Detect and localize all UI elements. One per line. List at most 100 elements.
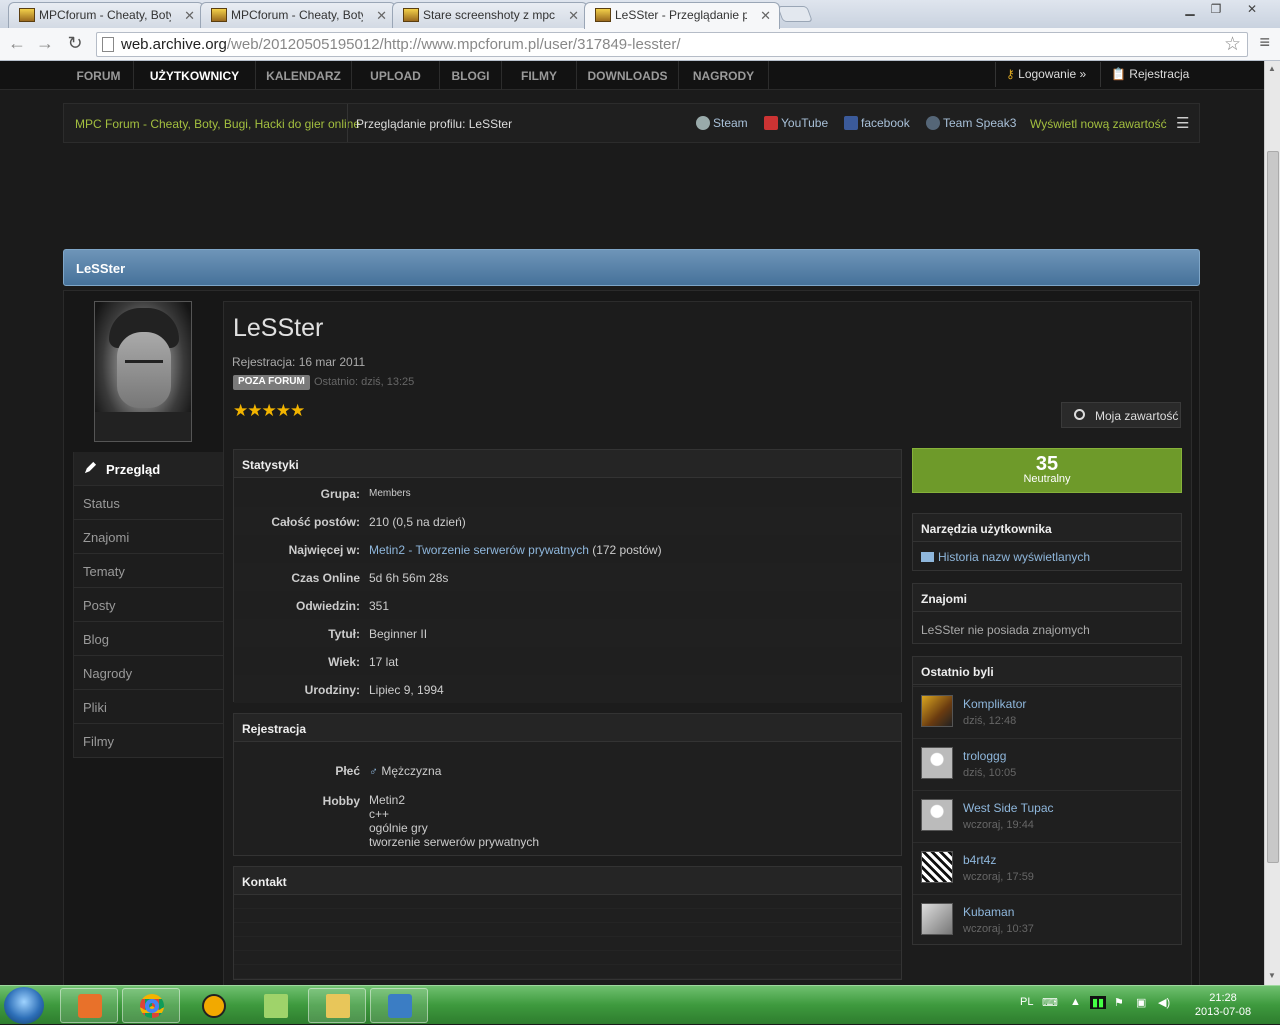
- visitor-avatar[interactable]: [921, 695, 953, 727]
- close-tab-icon[interactable]: ✕: [184, 8, 195, 24]
- taskbar-media-player[interactable]: [60, 988, 118, 1023]
- nav-films[interactable]: FILMY: [502, 61, 577, 90]
- flag-icon[interactable]: ⚑: [1114, 996, 1124, 1009]
- back-icon[interactable]: ←: [6, 32, 28, 54]
- browser-tab-2[interactable]: MPCforum - Cheaty, Boty ✕: [200, 2, 396, 28]
- stat-value: 17 lat: [369, 655, 399, 669]
- list-menu-icon[interactable]: ☰: [1176, 114, 1189, 132]
- tab-awards[interactable]: Nagrody: [73, 656, 223, 690]
- nav-upload[interactable]: UPLOAD: [352, 61, 440, 90]
- contact-title: Kontakt: [234, 867, 901, 895]
- language-indicator[interactable]: PL: [1020, 996, 1033, 1008]
- stat-value: Beginner II: [369, 627, 428, 641]
- visitor-avatar[interactable]: [921, 851, 953, 883]
- visitor-name[interactable]: West Side Tupac: [963, 801, 1054, 815]
- nav-users[interactable]: UŻYTKOWNICY: [134, 61, 256, 90]
- wrench-menu-icon[interactable]: ≡: [1259, 32, 1270, 53]
- bookmark-star-icon[interactable]: ☆: [1224, 33, 1241, 56]
- keyboard-icon[interactable]: ⌨: [1042, 996, 1058, 1009]
- tab-posts[interactable]: Posty: [73, 588, 223, 622]
- taskbar-clock[interactable]: 21:28 2013-07-08: [1193, 991, 1253, 1019]
- tab-films[interactable]: Filmy: [73, 724, 223, 758]
- volume-icon[interactable]: ◀): [1158, 996, 1170, 1009]
- close-tab-icon[interactable]: ✕: [568, 8, 579, 24]
- network-icon[interactable]: ▣: [1136, 996, 1146, 1009]
- windows-start-button[interactable]: [4, 987, 44, 1024]
- last-seen: Ostatnio: dziś, 13:25: [314, 376, 415, 388]
- visitor-avatar[interactable]: [921, 903, 953, 935]
- taskbar-notepad[interactable]: [246, 988, 304, 1023]
- visitor-item[interactable]: trologgg dziś, 10:05: [913, 738, 1181, 790]
- close-tab-icon[interactable]: ✕: [376, 8, 387, 24]
- stat-value: Members: [369, 488, 411, 499]
- browser-tab-3[interactable]: Stare screenshoty z mpcfo ✕: [392, 2, 588, 28]
- nav-forum[interactable]: FORUM: [64, 61, 134, 90]
- maximize-icon[interactable]: ❐: [1204, 2, 1228, 18]
- browser-tab-1[interactable]: MPCforum - Cheaty, Boty ✕: [8, 2, 204, 28]
- pause-icon[interactable]: ▮▮: [1090, 996, 1107, 1009]
- scroll-down-icon[interactable]: ▼: [1268, 971, 1276, 980]
- my-content-button[interactable]: Moja zawartość: [1061, 402, 1181, 428]
- forward-icon[interactable]: →: [34, 32, 56, 54]
- visitor-avatar[interactable]: [921, 747, 953, 779]
- visitor-name[interactable]: trologgg: [963, 749, 1006, 763]
- name-history-label: Historia nazw wyświetlanych: [938, 550, 1091, 564]
- taskbar-explorer[interactable]: [308, 988, 366, 1023]
- taskbar-avast[interactable]: [184, 988, 242, 1023]
- visitor-item[interactable]: Komplikator dziś, 12:48: [913, 686, 1181, 738]
- steam-link[interactable]: Steam: [696, 116, 748, 130]
- hobby-line: tworzenie serwerów prywatnych: [369, 835, 540, 849]
- gender-value: Mężczyzna: [381, 764, 442, 778]
- visitor-name[interactable]: b4rt4z: [963, 853, 996, 867]
- tab-files[interactable]: Pliki: [73, 690, 223, 724]
- tab-status[interactable]: Status: [73, 486, 223, 520]
- reload-icon[interactable]: ↻: [64, 32, 86, 54]
- vertical-scrollbar[interactable]: ▲ ▼: [1264, 61, 1280, 985]
- close-tab-icon[interactable]: ✕: [760, 8, 771, 24]
- recent-visitors-title: Ostatnio byli: [913, 657, 1181, 685]
- tab-overview[interactable]: Przegląd: [73, 452, 223, 486]
- visitor-item[interactable]: Kubaman wczoraj, 10:37: [913, 894, 1181, 946]
- hobby-value: Metin2 c++ ogólnie gry tworzenie serweró…: [369, 793, 539, 849]
- facebook-link[interactable]: facebook: [844, 116, 910, 130]
- new-content-link[interactable]: Wyświetl nową zawartość: [1030, 117, 1167, 131]
- visitor-item[interactable]: West Side Tupac wczoraj, 19:44: [913, 790, 1181, 842]
- visitor-name[interactable]: Kubaman: [963, 905, 1014, 919]
- clipboard-icon: 📋: [1111, 67, 1126, 81]
- nav-blogs[interactable]: BLOGI: [440, 61, 502, 90]
- taskbar-chrome[interactable]: [122, 988, 180, 1023]
- forum-link[interactable]: Metin2 - Tworzenie serwerów prywatnych: [369, 543, 589, 557]
- nav-calendar[interactable]: KALENDARZ: [256, 61, 352, 90]
- breadcrumb-current: Przeglądanie profilu: LeSSter: [356, 117, 513, 131]
- stat-row: Grupa: Members: [234, 479, 901, 507]
- nav-downloads[interactable]: DOWNLOADS: [577, 61, 679, 90]
- nav-awards[interactable]: NAGRODY: [679, 61, 769, 90]
- youtube-link[interactable]: YouTube: [764, 116, 828, 130]
- login-link[interactable]: ⚷ Logowanie »: [995, 62, 1096, 87]
- close-window-icon[interactable]: ✕: [1240, 2, 1264, 18]
- scroll-thumb[interactable]: [1267, 151, 1279, 863]
- tab-title: Stare screenshoty z mpcfo: [423, 8, 555, 22]
- visitor-avatar[interactable]: [921, 799, 953, 831]
- tray-expand-icon[interactable]: ▲: [1070, 996, 1081, 1008]
- breadcrumb-home[interactable]: MPC Forum - Cheaty, Boty, Bugi, Hacki do…: [75, 117, 360, 131]
- teamspeak-link[interactable]: Team Speak3: [926, 116, 1016, 130]
- scroll-up-icon[interactable]: ▲: [1268, 64, 1276, 73]
- tab-blog[interactable]: Blog: [73, 622, 223, 656]
- tab-topics[interactable]: Tematy: [73, 554, 223, 588]
- visitor-name[interactable]: Komplikator: [963, 697, 1026, 711]
- address-bar[interactable]: web.archive.org/web/20120505195012/http:…: [96, 32, 1248, 57]
- minimize-icon[interactable]: ▁: [1178, 2, 1202, 18]
- browser-tab-4[interactable]: LeSSter - Przeglądanie pro ✕: [584, 2, 780, 29]
- taskbar-app[interactable]: [370, 988, 428, 1023]
- tab-friends[interactable]: Znajomi: [73, 520, 223, 554]
- stat-value: 5d 6h 56m 28s: [369, 571, 449, 585]
- my-content-label: Moja zawartość: [1095, 409, 1179, 423]
- visitor-item[interactable]: b4rt4z wczoraj, 17:59: [913, 842, 1181, 894]
- register-link[interactable]: 📋 Rejestracja: [1100, 62, 1199, 87]
- visitor-time: dziś, 10:05: [963, 767, 1017, 779]
- name-history-link[interactable]: Historia nazw wyświetlanych: [921, 550, 1090, 564]
- new-tab-button[interactable]: [777, 6, 813, 22]
- stat-value: (172 postów): [588, 543, 662, 557]
- status-badge: POZA FORUM: [233, 375, 310, 390]
